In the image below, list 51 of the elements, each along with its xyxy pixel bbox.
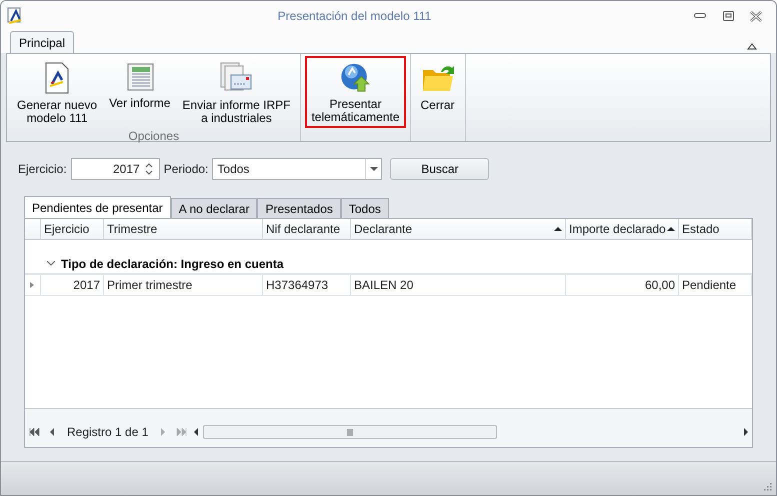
column-header[interactable]: Estado bbox=[679, 219, 752, 240]
previous-icon bbox=[48, 428, 56, 436]
dropdown-arrow-icon bbox=[370, 164, 378, 172]
ribbon-button[interactable]: Presentar telemáticamente bbox=[305, 56, 406, 128]
table-cell: 60,00 bbox=[644, 278, 675, 292]
ribbon-button[interactable]: Generar nuevo modelo 111 bbox=[11, 56, 104, 129]
resize-grip-icon bbox=[762, 481, 772, 491]
tab[interactable]: Pendientes de presentar bbox=[24, 196, 171, 218]
window-title: Presentación del modelo 111 bbox=[276, 9, 432, 23]
tab[interactable]: Todos bbox=[340, 198, 389, 218]
first-record-button[interactable] bbox=[27, 425, 41, 439]
tab[interactable]: A no declarar bbox=[170, 198, 258, 218]
table-cell: Primer trimestre bbox=[107, 278, 192, 292]
close-icon bbox=[750, 10, 762, 22]
record-counter: Registro 1 de 1 bbox=[66, 425, 150, 439]
table-cell: 2017 bbox=[73, 278, 100, 292]
field-label: Periodo: bbox=[164, 162, 208, 176]
sort-arrow-icon bbox=[554, 225, 562, 233]
column-header[interactable]: Declarante bbox=[351, 219, 566, 240]
group-label: Opciones bbox=[127, 129, 180, 143]
column-header[interactable]: Trimestre bbox=[104, 219, 263, 240]
ribbon-button[interactable]: Cerrar bbox=[414, 56, 461, 123]
next-icon bbox=[159, 428, 168, 436]
row-indicator-header bbox=[25, 219, 41, 240]
ribbon-tab[interactable]: Principal bbox=[10, 31, 74, 53]
search-button[interactable]: Buscar bbox=[390, 158, 490, 180]
table-cell: BAILEN 20 bbox=[354, 278, 414, 292]
column-header[interactable]: Nif declarante bbox=[263, 219, 351, 240]
scroll-right-icon bbox=[742, 428, 750, 436]
field-label: Ejercicio: bbox=[18, 162, 67, 176]
scrollbar-thumb[interactable] bbox=[203, 425, 498, 439]
row-indicator-icon bbox=[28, 281, 36, 289]
app-logo-icon bbox=[7, 7, 23, 25]
minimize-icon bbox=[694, 13, 706, 19]
period-dropdown[interactable]: Todos bbox=[212, 158, 382, 180]
sort-arrow-icon bbox=[667, 225, 675, 233]
ribbon-button[interactable]: Ver informe bbox=[103, 56, 176, 129]
column-header[interactable]: Importe declarado bbox=[566, 219, 679, 240]
column-header[interactable]: Ejercicio bbox=[41, 219, 104, 240]
year-spin-field[interactable]: 2017 bbox=[70, 158, 160, 180]
document-icon bbox=[44, 62, 70, 94]
scroll-left-icon bbox=[192, 428, 200, 436]
table-cell: Pendiente bbox=[682, 278, 736, 292]
chevron-icon bbox=[47, 260, 55, 266]
collapse-icon bbox=[747, 42, 757, 50]
spin-arrows-icon bbox=[144, 160, 154, 176]
table-cell: H37364973 bbox=[266, 278, 328, 292]
spreadsheet-icon bbox=[124, 62, 155, 92]
tab[interactable]: Presentados bbox=[257, 198, 341, 218]
maximize-icon bbox=[722, 11, 734, 21]
ribbon-button[interactable]: Enviar informe IRPF a industriales bbox=[176, 56, 296, 129]
